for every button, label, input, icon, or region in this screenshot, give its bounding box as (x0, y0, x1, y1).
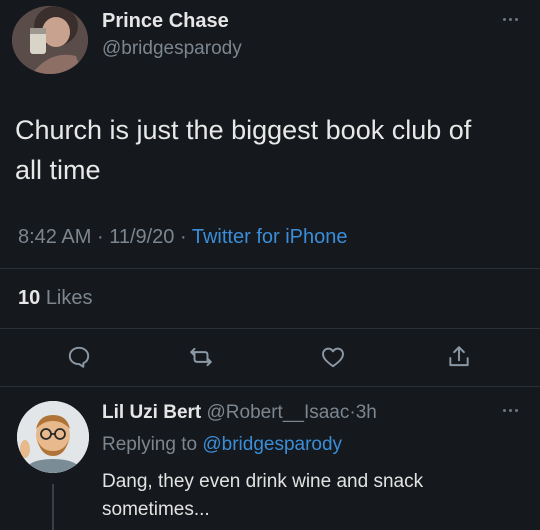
replying-to-label: Replying to (102, 434, 198, 455)
tweet-date: 11/9/20 (109, 226, 175, 248)
reply-header: Lil Uzi Bert @Robert__Isaac·3h (102, 402, 377, 424)
replying-to-handle[interactable]: @bridgesparody (202, 434, 342, 455)
reply-text-line: Dang, they even drink wine and snack (102, 471, 424, 492)
more-icon[interactable] (503, 18, 518, 21)
author-name[interactable]: Prince Chase (102, 10, 229, 33)
reply-icon[interactable] (66, 344, 92, 370)
likes-stat[interactable]: 10 Likes (18, 287, 93, 310)
thread-line (52, 484, 54, 530)
tweet-meta: 8:42 AM · 11/9/20 · Twitter for iPhone (18, 226, 348, 249)
meta-separator: · (180, 226, 187, 248)
reply-text: Dang, they even drink wine and snack som… (102, 468, 423, 524)
more-icon[interactable] (503, 409, 518, 412)
reply-author-avatar[interactable] (17, 401, 89, 473)
divider (0, 328, 540, 329)
heart-icon[interactable] (320, 344, 346, 370)
divider (0, 386, 540, 387)
tweet-text-line: all time (15, 155, 101, 185)
reply-text-line: sometimes... (102, 499, 210, 520)
author-handle[interactable]: @bridgesparody (102, 38, 242, 60)
tweet-text-line: Church is just the biggest book club of (15, 115, 472, 145)
tweet-source-link[interactable]: Twitter for iPhone (192, 226, 348, 248)
likes-label: Likes (45, 287, 93, 309)
reply-author-name[interactable]: Lil Uzi Bert (102, 402, 201, 423)
likes-count: 10 (18, 287, 41, 309)
divider (0, 268, 540, 269)
tweet-time: 8:42 AM (18, 226, 92, 248)
replying-to: Replying to @bridgesparody (102, 434, 342, 456)
tweet-text: Church is just the biggest book club of … (15, 110, 471, 190)
share-icon[interactable] (446, 344, 472, 370)
reply-age[interactable]: 3h (356, 402, 377, 423)
retweet-icon[interactable] (188, 344, 214, 370)
meta-separator: · (96, 226, 104, 248)
author-avatar[interactable] (12, 6, 88, 74)
reply-author-handle[interactable]: @Robert__Isaac (207, 402, 350, 423)
